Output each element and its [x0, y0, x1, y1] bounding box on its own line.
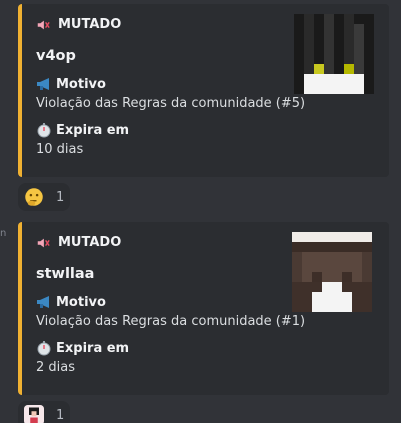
reaction-count: 1: [56, 189, 65, 205]
timestamp-fragment: n: [0, 228, 7, 239]
field-name-text: Motivo: [56, 294, 106, 310]
field-name-expires: Expira em: [36, 122, 129, 138]
megaphone-icon: [37, 78, 49, 90]
embed-title-username: stwllaa: [36, 266, 95, 282]
embed-author: MUTADO: [36, 17, 121, 32]
reaction-button[interactable]: 1: [18, 401, 70, 423]
field-value-expires: 10 dias: [36, 142, 84, 157]
author-label: MUTADO: [58, 17, 122, 32]
field-name-text: Motivo: [56, 76, 106, 92]
chat-area: n MUTADO v4op Motivo Violação das Regras…: [0, 0, 401, 423]
field-name-expires: Expira em: [36, 340, 129, 356]
speaker-muted-icon: [37, 20, 50, 29]
field-name-text: Expira em: [56, 340, 130, 356]
field-name-reason: Motivo: [36, 294, 106, 310]
thinking-face-icon: [25, 188, 43, 206]
field-value-reason: Violação das Regras da comunidade (#1): [36, 314, 306, 329]
author-label: MUTADO: [58, 235, 122, 250]
embed-author: MUTADO: [36, 235, 121, 250]
stopwatch-icon: [37, 341, 51, 356]
reaction-count: 1: [56, 407, 65, 423]
field-value-reason: Violação das Regras da comunidade (#5): [36, 96, 306, 111]
embed-title-username: v4op: [36, 48, 76, 64]
megaphone-icon: [37, 296, 49, 308]
mute-embed: MUTADO stwllaa Motivo Violação das Regra…: [18, 222, 389, 395]
mute-embed: MUTADO v4op Motivo Violação das Regras d…: [18, 4, 389, 177]
stopwatch-icon: [37, 123, 51, 138]
field-value-expires: 2 dias: [36, 360, 76, 375]
field-name-text: Expira em: [56, 122, 130, 138]
reaction-button[interactable]: 1: [18, 183, 70, 211]
speaker-muted-icon: [37, 238, 50, 247]
field-name-reason: Motivo: [36, 76, 106, 92]
custom-avatar-emoji-icon: [24, 405, 44, 423]
user-skin-thumbnail[interactable]: [294, 14, 374, 94]
user-skin-thumbnail[interactable]: [292, 232, 372, 312]
